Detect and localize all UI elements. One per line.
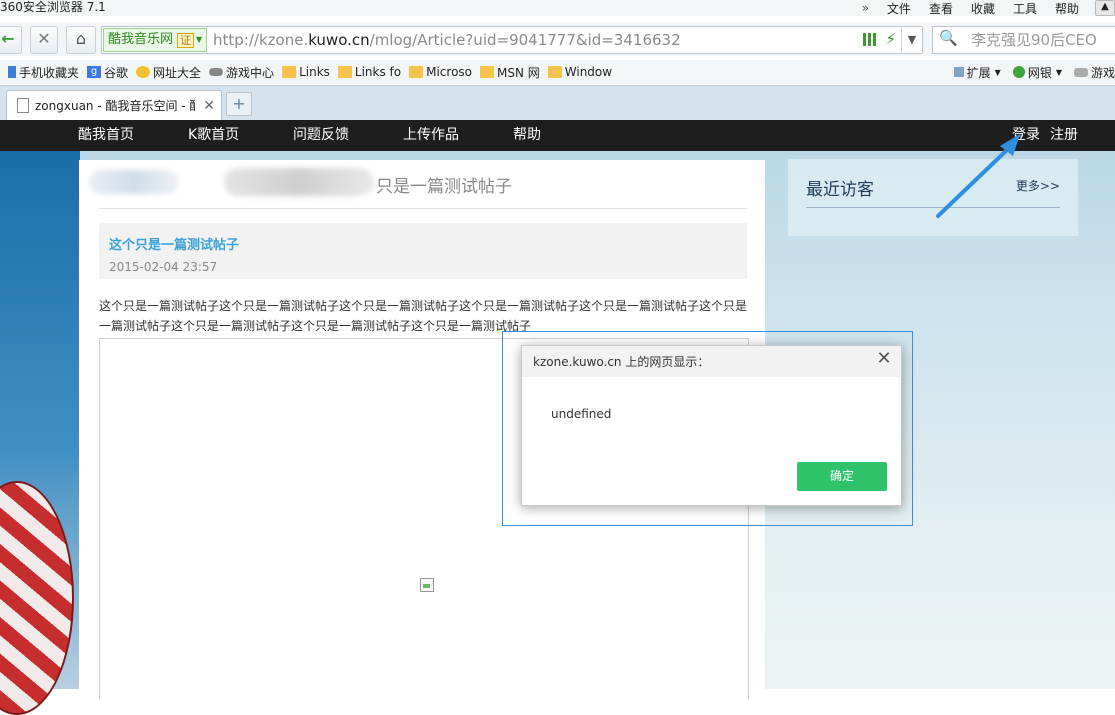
dialog-title: kzone.kuwo.cn 上的网页显示： [533, 355, 710, 369]
ok-button[interactable]: 确定 [797, 462, 887, 491]
dialog-message: undefined [551, 407, 612, 421]
close-icon[interactable]: ✕ [875, 350, 893, 368]
alert-dialog: kzone.kuwo.cn 上的网页显示： ✕ undefined 确定 [521, 345, 902, 506]
dialog-header: kzone.kuwo.cn 上的网页显示： ✕ [522, 346, 901, 377]
